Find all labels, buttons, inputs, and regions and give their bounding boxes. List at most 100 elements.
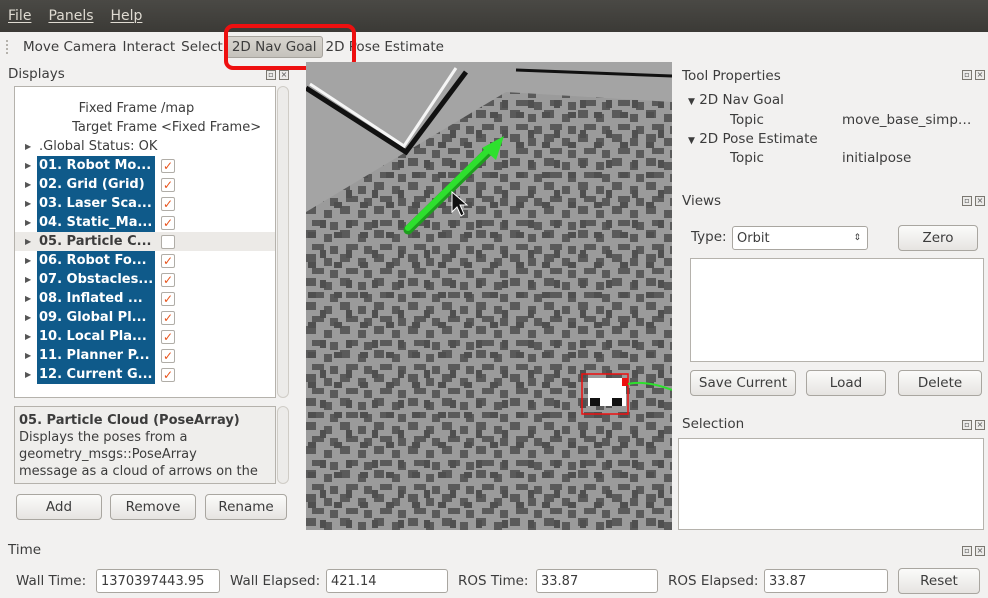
spin-arrows-icon: ⇕: [853, 233, 861, 243]
display-enabled-checkbox[interactable]: [161, 235, 175, 249]
nav-goal-tool[interactable]: 2D Nav Goal: [225, 36, 323, 58]
nav-goal-topic-value[interactable]: move_base_simp…: [842, 112, 971, 128]
display-enabled-checkbox[interactable]: ✓: [161, 178, 175, 192]
reset-time-button[interactable]: Reset: [898, 568, 980, 594]
expand-arrow-icon[interactable]: ▶: [25, 308, 31, 327]
display-item-row[interactable]: ▶ 11. Planner P... ✓: [15, 346, 275, 365]
ros-time-label: ROS Time:: [458, 573, 529, 589]
expand-arrow-icon[interactable]: ▶: [25, 175, 31, 194]
saved-views-list[interactable]: [690, 258, 984, 362]
float-icon[interactable]: ▫: [962, 420, 972, 430]
selection-tree[interactable]: [678, 438, 984, 530]
display-enabled-checkbox[interactable]: ✓: [161, 216, 175, 230]
display-item-row[interactable]: ▶ 08. Inflated ... ✓: [15, 289, 275, 308]
display-item-label: 03. Laser Sca...: [37, 194, 155, 213]
move-camera-tool[interactable]: Move Camera: [20, 36, 119, 58]
display-item-row[interactable]: ▶ 05. Particle C...: [15, 232, 275, 251]
pose-estimate-tool[interactable]: 2D Pose Estimate: [323, 36, 447, 58]
select-tool[interactable]: Select: [178, 36, 226, 58]
time-title: Time: [8, 542, 42, 558]
display-enabled-checkbox[interactable]: ✓: [161, 349, 175, 363]
close-icon[interactable]: ×: [975, 70, 985, 80]
pose-estimate-group-label: 2D Pose Estimate: [699, 131, 818, 147]
expand-arrow-icon[interactable]: ▶: [25, 289, 31, 308]
views-dock-controls: ▫ ×: [962, 196, 985, 206]
wall-time-field[interactable]: 1370397443.95: [96, 569, 220, 593]
close-icon[interactable]: ×: [975, 196, 985, 206]
nav-goal-group-label: 2D Nav Goal: [699, 92, 784, 108]
ros-elapsed-field[interactable]: 33.87: [764, 569, 888, 593]
display-enabled-checkbox[interactable]: ✓: [161, 273, 175, 287]
wall-elapsed-field[interactable]: 421.14: [326, 569, 448, 593]
expand-arrow-icon[interactable]: ▶: [25, 232, 31, 251]
display-enabled-checkbox[interactable]: ✓: [161, 368, 175, 382]
description-scrollbar[interactable]: [277, 406, 289, 484]
display-item-row[interactable]: ▶ 07. Obstacles... ✓: [15, 270, 275, 289]
display-description: 05. Particle Cloud (PoseArray) Displays …: [14, 406, 276, 484]
displays-scrollbar[interactable]: [277, 86, 289, 398]
display-item-row[interactable]: ▶ 02. Grid (Grid) ✓: [15, 175, 275, 194]
display-item-row[interactable]: ▶ 01. Robot Mo... ✓: [15, 156, 275, 175]
load-view-button[interactable]: Load: [806, 370, 886, 396]
save-current-button[interactable]: Save Current: [690, 370, 796, 396]
views-title: Views: [682, 193, 722, 209]
close-icon[interactable]: ×: [279, 70, 289, 80]
display-item-row[interactable]: ▶ 09. Global Pl... ✓: [15, 308, 275, 327]
display-item-row[interactable]: ▶ 12. Current G... ✓: [15, 365, 275, 384]
displays-tree[interactable]: Fixed Frame /map Target Frame <Fixed Fra…: [14, 86, 276, 398]
display-item-row[interactable]: ▶ 10. Local Pla... ✓: [15, 327, 275, 346]
displays-dock-controls: ▫ ×: [266, 70, 289, 80]
render-viewport-3d[interactable]: [306, 62, 672, 530]
view-type-select[interactable]: Orbit ⇕: [732, 226, 868, 250]
expand-arrow-icon[interactable]: ▶: [25, 270, 31, 289]
menu-bar: File Panels Help: [0, 0, 988, 32]
delete-view-button[interactable]: Delete: [898, 370, 982, 396]
close-icon[interactable]: ×: [975, 546, 985, 556]
expand-arrow-icon[interactable]: ▶: [25, 346, 31, 365]
splitter-left[interactable]: [296, 62, 304, 530]
tool-properties-tree[interactable]: ▼ 2D Nav Goal Topic move_base_simp… ▼ 2D…: [678, 88, 984, 180]
display-enabled-checkbox[interactable]: ✓: [161, 330, 175, 344]
toolbar-grip[interactable]: [6, 40, 12, 54]
display-item-label: 11. Planner P...: [37, 346, 155, 365]
nav-goal-group[interactable]: ▼ 2D Nav Goal: [688, 92, 784, 108]
expand-arrow-icon[interactable]: ▶: [25, 156, 31, 175]
pose-estimate-group[interactable]: ▼ 2D Pose Estimate: [688, 131, 818, 147]
collapse-arrow-icon[interactable]: ▼: [688, 136, 695, 146]
interact-tool[interactable]: Interact: [119, 36, 178, 58]
float-icon[interactable]: ▫: [266, 70, 276, 80]
display-enabled-checkbox[interactable]: ✓: [161, 292, 175, 306]
zero-button[interactable]: Zero: [898, 225, 978, 251]
remove-display-button[interactable]: Remove: [110, 494, 196, 520]
menu-panels[interactable]: Panels: [48, 8, 93, 24]
display-item-row[interactable]: ▶ 06. Robot Fo... ✓: [15, 251, 275, 270]
expand-arrow-icon[interactable]: ▶: [25, 213, 31, 232]
add-display-button[interactable]: Add: [16, 494, 102, 520]
float-icon[interactable]: ▫: [962, 70, 972, 80]
fixed-frame-row[interactable]: Fixed Frame /map: [15, 99, 275, 118]
float-icon[interactable]: ▫: [962, 546, 972, 556]
menu-file[interactable]: File: [8, 8, 31, 24]
display-enabled-checkbox[interactable]: ✓: [161, 197, 175, 211]
target-frame-row[interactable]: Target Frame <Fixed Frame>: [15, 118, 275, 137]
ros-time-field[interactable]: 33.87: [536, 569, 658, 593]
expand-arrow-icon[interactable]: ▶: [25, 365, 31, 384]
expand-arrow-icon[interactable]: ▶: [25, 251, 31, 270]
float-icon[interactable]: ▫: [962, 196, 972, 206]
display-enabled-checkbox[interactable]: ✓: [161, 254, 175, 268]
rename-display-button[interactable]: Rename: [205, 494, 287, 520]
menu-help[interactable]: Help: [111, 8, 143, 24]
expand-arrow-icon[interactable]: ▶: [25, 327, 31, 346]
display-item-row[interactable]: ▶ 04. Static_Ma... ✓: [15, 213, 275, 232]
display-enabled-checkbox[interactable]: ✓: [161, 311, 175, 325]
fixed-frame-value[interactable]: /map: [161, 99, 194, 118]
target-frame-value[interactable]: <Fixed Frame>: [161, 118, 261, 137]
expand-arrow-icon[interactable]: ▶: [25, 194, 31, 213]
display-item-row[interactable]: ▶ 03. Laser Sca... ✓: [15, 194, 275, 213]
close-icon[interactable]: ×: [975, 420, 985, 430]
expand-arrow-icon[interactable]: ▶: [25, 137, 31, 156]
display-enabled-checkbox[interactable]: ✓: [161, 159, 175, 173]
global-status-row[interactable]: ▶ .Global Status: OK: [15, 137, 275, 156]
collapse-arrow-icon[interactable]: ▼: [688, 97, 695, 107]
pose-estimate-topic-value[interactable]: initialpose: [842, 150, 911, 166]
